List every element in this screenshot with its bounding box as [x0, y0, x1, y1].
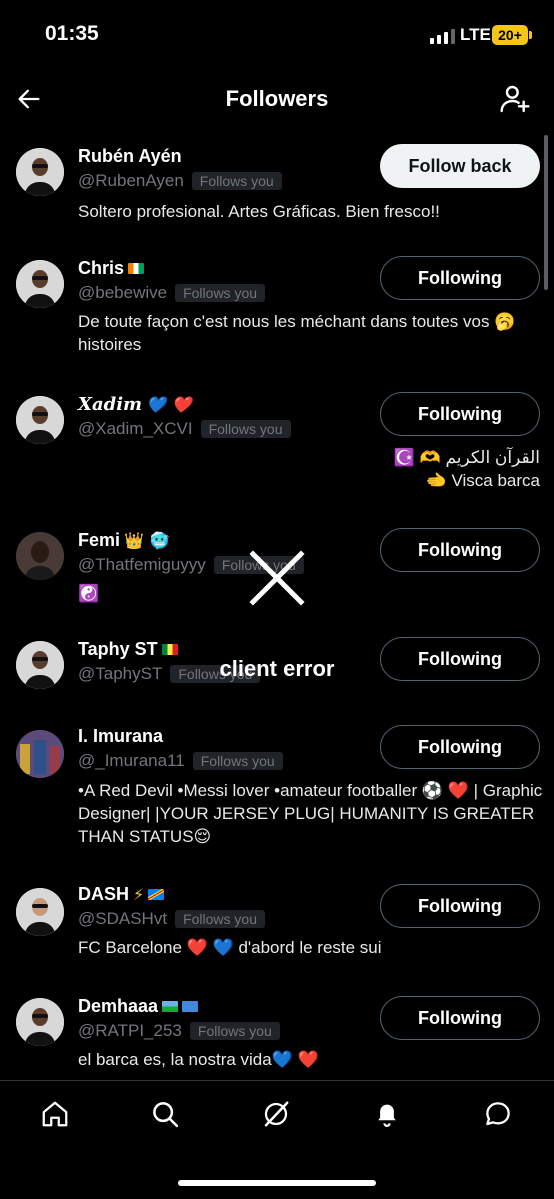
page-title: Followers: [225, 86, 329, 111]
list-item[interactable]: 𝑿𝒂𝒅𝒊𝒎 💙 ❤️ @Xadim_XCVI Follows you ☪️ 🫶 …: [0, 388, 554, 518]
avatar[interactable]: [16, 998, 64, 1046]
follower-name-line[interactable]: Femi 👑 🥶: [78, 530, 169, 551]
list-item[interactable]: Demhaaa @RATPI_253 Follows you el barca …: [0, 992, 554, 1078]
avatar[interactable]: [16, 260, 64, 308]
messages-icon: [486, 1102, 510, 1126]
nav-messages[interactable]: [481, 1097, 515, 1131]
follower-name-line[interactable]: 𝑿𝒂𝒅𝒊𝒎 💙 ❤️: [78, 394, 192, 415]
dr-congo-flag-icon: [148, 889, 165, 900]
follower-handle: @Xadim_XCVI: [78, 419, 193, 438]
close-icon: [249, 550, 305, 606]
nav-search[interactable]: [148, 1097, 182, 1131]
follows-you-badge: Follows you: [175, 910, 265, 928]
following-button[interactable]: Following: [380, 725, 540, 769]
follows-you-badge: Follows you: [175, 284, 266, 302]
follows-you-badge: Follows you: [192, 752, 283, 770]
follows-you-badge: Follows you: [189, 1022, 280, 1040]
bell-icon: [378, 1104, 396, 1127]
search-icon: [153, 1102, 179, 1128]
header: Followers: [0, 70, 554, 130]
follower-name[interactable]: I. Imurana: [78, 726, 163, 747]
crown-emoji: 👑 🥶: [124, 531, 170, 550]
followers-list: Rubén Ayén @RubenAyen Follows you Solter…: [0, 140, 554, 1078]
home-icon: [42, 1101, 68, 1127]
following-button[interactable]: Following: [380, 256, 540, 300]
follower-name-line[interactable]: DASH ⚡: [78, 884, 165, 905]
nav-notifications[interactable]: [370, 1097, 404, 1131]
battery-icon: 20+: [492, 25, 532, 45]
avatar[interactable]: [16, 148, 64, 196]
follower-bio-line2: 🫲 Visca barca: [425, 471, 540, 490]
lightning-emoji: ⚡: [133, 885, 145, 904]
follower-handle: @_Imurana11: [78, 751, 185, 770]
follower-name-line[interactable]: Chris: [78, 258, 145, 279]
list-item[interactable]: DASH ⚡ @SDASHvt Follows you FC Barcelone…: [0, 880, 554, 980]
list-item[interactable]: Rubén Ayén @RubenAyen Follows you Solter…: [0, 140, 554, 250]
follower-bio: ☯️: [78, 584, 100, 603]
add-user-icon: [500, 85, 530, 113]
avatar[interactable]: [16, 396, 64, 444]
follows-you-badge: Follows you: [200, 420, 291, 438]
grok-icon: [264, 1101, 289, 1127]
add-user-button[interactable]: [496, 80, 534, 118]
follower-handle-line: @RATPI_253 Follows you: [78, 1021, 280, 1041]
ivory-coast-flag-icon: [128, 263, 145, 274]
follower-handle: @RubenAyen: [78, 171, 184, 190]
follower-bio: FC Barcelone ❤️ 💙 d'abord le reste sui: [78, 938, 382, 957]
follower-handle-line: @RubenAyen Follows you: [78, 171, 282, 191]
follows-you-badge: Follows you: [191, 172, 282, 190]
follower-handle-line: @SDASHvt Follows you: [78, 909, 265, 929]
follower-bio: el barca es, la nostra vida💙 ❤️: [78, 1050, 319, 1069]
follower-bio: •A Red Devil •Messi lover •amateur footb…: [78, 781, 543, 846]
list-item[interactable]: Chris @bebewive Follows you De toute faç…: [0, 252, 554, 382]
follower-handle: @Thatfemiguyyy: [78, 555, 206, 574]
follower-bio-line1: ☪️ 🫶 القرآن الكريم: [393, 448, 540, 467]
list-item[interactable]: I. Imurana @_Imurana11 Follows you •A Re…: [0, 722, 554, 872]
follower-handle: @bebewive: [78, 283, 168, 302]
follower-name[interactable]: Rubén Ayén: [78, 146, 182, 167]
follower-handle-line: @_Imurana11 Follows you: [78, 751, 283, 771]
follower-name[interactable]: Femi: [78, 530, 120, 551]
follower-handle-line: @bebewive Follows you: [78, 283, 266, 303]
following-button[interactable]: Following: [380, 528, 540, 572]
follower-bio: Soltero profesional. Artes Gráficas. Bie…: [78, 202, 440, 221]
follower-handle: @RATPI_253: [78, 1021, 182, 1040]
nav-home[interactable]: [38, 1097, 72, 1131]
status-bar: 01:35 LTE 20+: [0, 0, 554, 70]
error-message: client error: [219, 656, 335, 681]
djibouti-flag-icon: [162, 1001, 179, 1012]
network-label: LTE: [460, 25, 491, 44]
somalia-flag-icon: [182, 1001, 199, 1012]
follower-handle-line: @Xadim_XCVI Follows you: [78, 419, 291, 439]
follower-bio: De toute façon c'est nous les méchant da…: [78, 312, 516, 354]
avatar[interactable]: [16, 888, 64, 936]
senegal-flag-icon: [161, 644, 178, 655]
follow-back-button[interactable]: Follow back: [380, 144, 540, 188]
follower-name[interactable]: 𝑿𝒂𝒅𝒊𝒎: [78, 394, 142, 415]
follower-name[interactable]: Chris: [78, 258, 124, 279]
follower-name[interactable]: DASH: [78, 884, 129, 905]
home-indicator[interactable]: [178, 1180, 376, 1186]
following-button[interactable]: Following: [380, 996, 540, 1040]
nav-grok[interactable]: [259, 1097, 293, 1131]
avatar[interactable]: [16, 532, 64, 580]
following-button[interactable]: Following: [380, 392, 540, 436]
signal-icon: [430, 28, 455, 44]
heart-emojis: 💙 ❤️: [146, 395, 192, 414]
status-time: 01:35: [45, 22, 99, 45]
avatar[interactable]: [16, 730, 64, 778]
follower-handle: @SDASHvt: [78, 909, 168, 928]
follower-name[interactable]: Demhaaa: [78, 996, 158, 1017]
following-button[interactable]: Following: [380, 884, 540, 928]
follower-name-line[interactable]: Demhaaa: [78, 996, 199, 1017]
